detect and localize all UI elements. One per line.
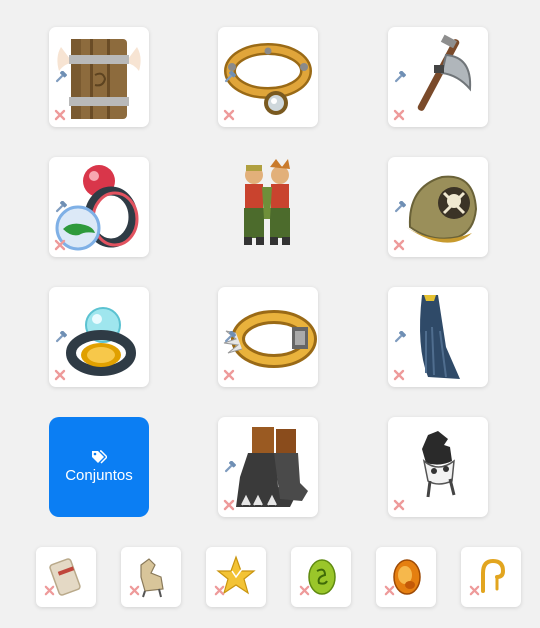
remove-x-icon[interactable] <box>393 239 405 251</box>
remove-x-icon[interactable] <box>54 109 66 121</box>
parchment-scroll-icon <box>49 558 81 596</box>
hammer-icon[interactable] <box>223 71 237 85</box>
remove-x-icon[interactable] <box>393 369 405 381</box>
gold-hook-icon <box>481 558 506 593</box>
remove-x-icon[interactable] <box>44 585 55 596</box>
hammer-icon[interactable] <box>223 331 237 345</box>
dragoturkey-figurine-icon <box>140 558 164 598</box>
pet-slot[interactable] <box>388 417 488 517</box>
hammer-icon[interactable] <box>393 331 407 345</box>
remove-x-icon[interactable] <box>223 369 235 381</box>
dofus-slot-1[interactable] <box>36 547 96 607</box>
belt-slot[interactable] <box>218 287 318 387</box>
remove-x-icon[interactable] <box>469 585 480 596</box>
remove-x-icon[interactable] <box>393 499 405 511</box>
remove-x-icon[interactable] <box>214 585 225 596</box>
remove-x-icon[interactable] <box>54 239 66 251</box>
green-dofus-egg-icon <box>308 559 336 595</box>
ring-left-slot[interactable] <box>49 157 149 257</box>
cloak-slot[interactable] <box>388 287 488 387</box>
remove-x-icon[interactable] <box>54 369 66 381</box>
dofus-slot-5[interactable] <box>376 547 436 607</box>
shield-slot[interactable] <box>49 27 149 127</box>
hammer-icon[interactable] <box>54 201 68 215</box>
tags-icon <box>92 450 107 464</box>
dofus-slot-6[interactable] <box>461 547 521 607</box>
gold-star-crystal-icon <box>216 555 256 595</box>
hammer-icon[interactable] <box>54 71 68 85</box>
character-preview <box>218 157 318 257</box>
remove-x-icon[interactable] <box>129 585 140 596</box>
ring-right-slot[interactable] <box>49 287 149 387</box>
hammer-icon[interactable] <box>223 461 237 475</box>
remove-x-icon[interactable] <box>223 499 235 511</box>
dofus-slot-4[interactable] <box>291 547 351 607</box>
hammer-icon[interactable] <box>54 331 68 345</box>
remove-x-icon[interactable] <box>299 585 310 596</box>
remove-x-icon[interactable] <box>393 109 405 121</box>
remove-x-icon[interactable] <box>223 109 235 121</box>
sets-button[interactable]: Conjuntos <box>49 417 149 517</box>
hammer-icon[interactable] <box>393 71 407 85</box>
remove-x-icon[interactable] <box>384 585 395 596</box>
boots-slot[interactable] <box>218 417 318 517</box>
hammer-icon[interactable] <box>393 201 407 215</box>
orange-dofus-egg-icon <box>393 559 421 595</box>
hat-slot[interactable] <box>388 157 488 257</box>
weapon-slot[interactable] <box>388 27 488 127</box>
amulet-slot[interactable] <box>218 27 318 127</box>
dofus-slot-3[interactable] <box>206 547 266 607</box>
dofus-slot-2[interactable] <box>121 547 181 607</box>
character-preview-icon <box>244 159 290 245</box>
sets-button-label: Conjuntos <box>65 467 133 484</box>
